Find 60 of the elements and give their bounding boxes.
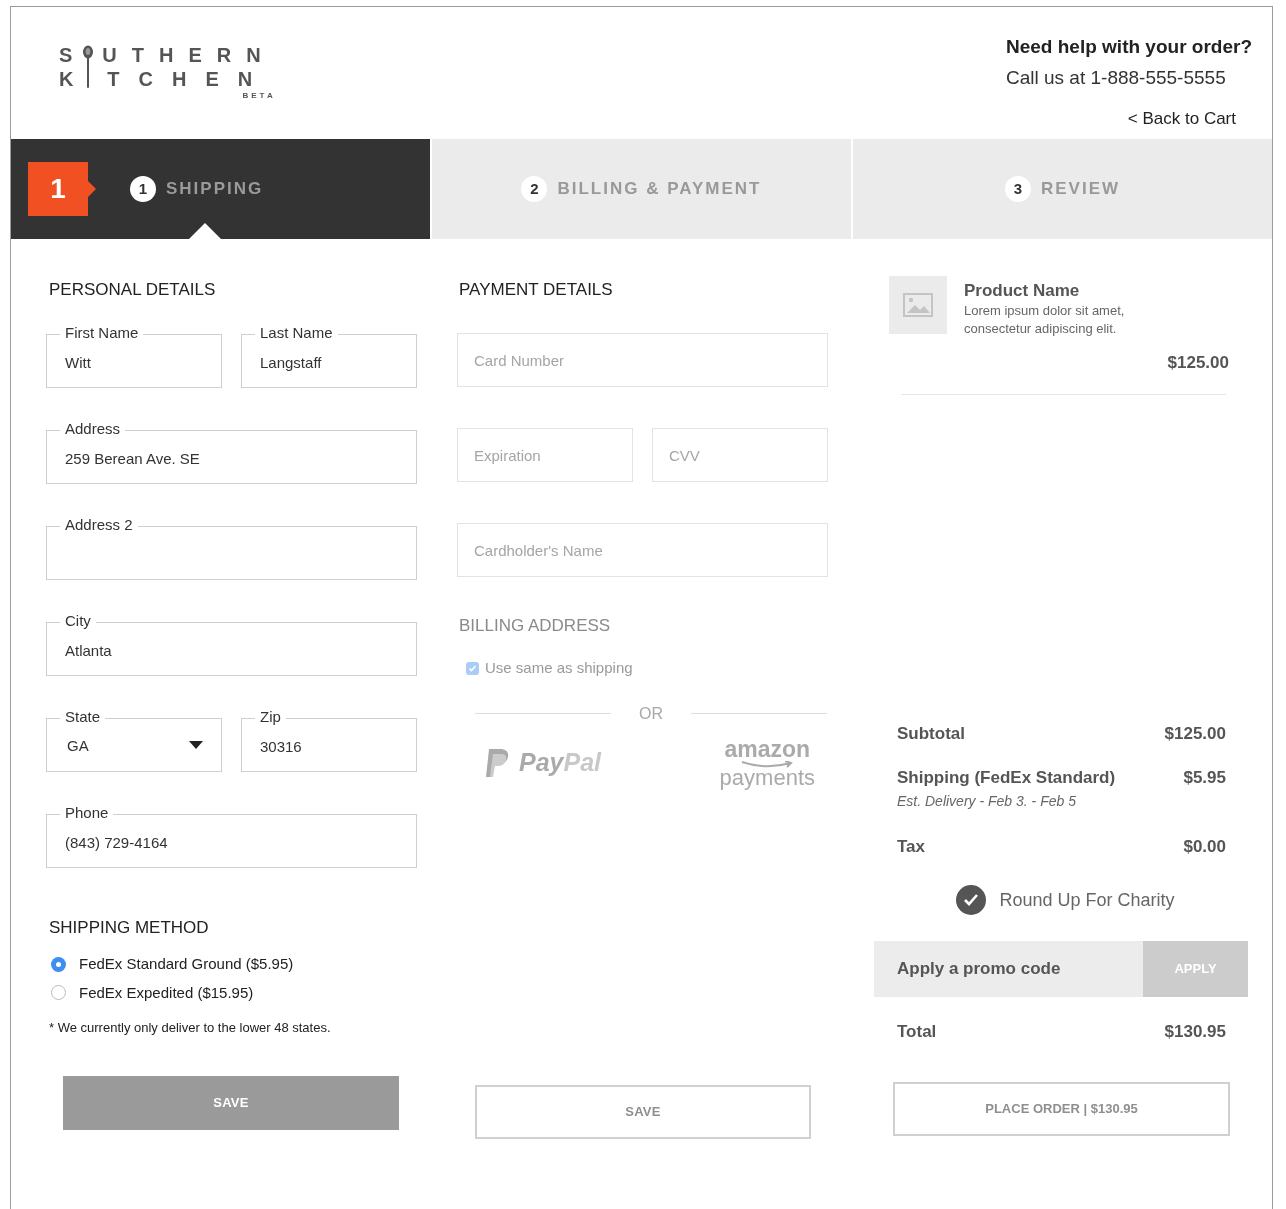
back-to-cart-link[interactable]: < Back to Cart — [1127, 106, 1236, 132]
step-number: 3 — [1004, 176, 1031, 202]
step-badge: 1 — [28, 162, 88, 216]
step-label: REVIEW — [1040, 178, 1121, 201]
step-tab[interactable]: 1 1 SHIPPING — [11, 139, 430, 239]
step-tab[interactable]: 3 REVIEW — [851, 139, 1272, 239]
logo-text: K — [59, 67, 75, 91]
summary-value: $0.00 — [1183, 835, 1226, 858]
section-title: PAYMENT DETAILS — [458, 279, 614, 301]
checkbox-label: Use same as shipping — [485, 658, 633, 678]
radio-button[interactable] — [51, 956, 66, 972]
summary-value: $5.95 — [1183, 767, 1226, 789]
logo-text: S — [59, 43, 75, 67]
input-field[interactable]: CVV — [652, 428, 828, 482]
total-value: $130.95 — [1164, 1021, 1226, 1043]
section-title: SHIPPING METHOD — [48, 917, 210, 939]
paypal-icon — [485, 748, 511, 778]
help-title: Need help with your order? — [1006, 35, 1252, 59]
product-price: $125.00 — [1167, 352, 1229, 374]
checkbox[interactable] — [466, 661, 479, 675]
input-field[interactable]: Card Number — [457, 333, 828, 387]
step-label: BILLING & PAYMENT — [557, 178, 762, 201]
amazon-logo-text: amazon — [724, 737, 811, 761]
summary-label: Subtotal — [897, 722, 965, 745]
smile-arrow-icon — [740, 760, 795, 769]
pointer-icon — [189, 223, 221, 239]
delivery-estimate: Est. Delivery - Feb 3. - Feb 5 — [897, 791, 1077, 811]
summary-label: Tax — [897, 835, 926, 858]
image-icon — [903, 293, 933, 317]
step-tab[interactable]: 2 BILLING & PAYMENT — [430, 139, 851, 239]
amazon-logo-text: payments — [719, 766, 815, 789]
charity-label: Round Up For Charity — [999, 888, 1175, 912]
radio-button[interactable] — [51, 985, 66, 1001]
input-field[interactable]: Cardholder's Name — [457, 523, 828, 577]
promo-code-field[interactable]: Apply a promo code — [874, 941, 1143, 997]
summary-value: $125.00 — [1164, 722, 1226, 745]
logo-tag: BETA — [242, 90, 276, 102]
radio-label: FedEx Standard Ground ($5.95) — [79, 954, 294, 974]
section-title: BILLING ADDRESS — [458, 615, 612, 637]
charity-checkbox[interactable] — [956, 885, 987, 915]
input-field[interactable]: Expiration — [457, 428, 633, 482]
spoon-icon — [82, 45, 95, 89]
step-number: 1 — [130, 176, 156, 202]
or-divider-label: OR — [638, 703, 664, 724]
summary-label: Shipping (FedEx Standard) — [897, 767, 1116, 789]
check-icon — [963, 893, 980, 907]
radio-label: FedEx Expedited ($15.95) — [79, 982, 254, 1003]
product-name: Product Name — [964, 280, 1081, 302]
section-title: PERSONAL DETAILS — [48, 279, 217, 301]
check-icon — [468, 663, 477, 673]
step-number: 2 — [521, 176, 548, 202]
logo-text: UTHERN — [102, 43, 276, 67]
caret-down-icon — [189, 741, 203, 749]
shipping-note: * We currently only deliver to the lower 48 states. — [48, 1019, 332, 1037]
badge-arrow-icon — [88, 181, 96, 197]
total-label: Total — [897, 1021, 937, 1043]
product-description: Lorem ipsum dolor sit amet, consectetur adipiscing elit. — [964, 302, 1126, 338]
step-label: SHIPPING — [166, 178, 264, 201]
help-phone: Call us at 1-888-555-5555 — [1006, 65, 1226, 90]
logo-text: TCHEN — [107, 67, 273, 91]
